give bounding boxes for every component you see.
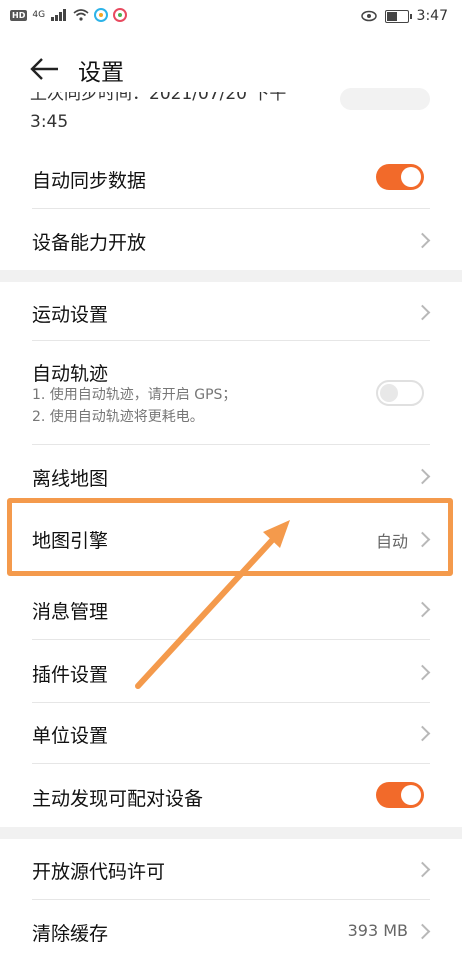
last-sync-line2: 3:45 — [30, 112, 69, 132]
section-gap — [0, 270, 462, 282]
clear-cache-label: 清除缓存 — [32, 923, 109, 945]
section-gap — [0, 827, 462, 839]
eye-icon — [360, 10, 377, 22]
sport-settings-label: 运动设置 — [32, 304, 109, 326]
wifi-icon — [73, 9, 89, 21]
unit-settings-label: 单位设置 — [32, 725, 109, 747]
chevron-right-icon — [414, 725, 431, 742]
setting-plugin[interactable]: 插件设置 — [0, 640, 462, 702]
device-capability-label: 设备能力开放 — [32, 232, 147, 254]
chevron-right-icon — [414, 861, 431, 878]
highlight-box — [7, 498, 453, 576]
auto-sync-toggle[interactable] — [376, 164, 424, 190]
chevron-right-icon — [414, 601, 431, 618]
setting-device-capability[interactable]: 设备能力开放 — [0, 209, 462, 269]
setting-clear-cache[interactable]: 清除缓存 393 MB — [0, 900, 462, 960]
chevron-right-icon — [414, 232, 431, 249]
message-management-label: 消息管理 — [32, 601, 109, 623]
hd-icon: HD — [10, 9, 28, 21]
auto-track-desc-1: 1. 使用自动轨迹，请开启 GPS； — [32, 387, 237, 403]
clear-cache-value: 393 MB — [347, 921, 408, 940]
plugin-settings-label: 插件设置 — [32, 664, 109, 686]
discover-devices-label: 主动发现可配对设备 — [32, 788, 204, 810]
status-bar: HD 4G 3:47 — [0, 0, 462, 34]
discover-devices-toggle[interactable] — [376, 782, 424, 808]
auto-track-toggle[interactable] — [376, 380, 424, 406]
chevron-right-icon — [414, 923, 431, 940]
chevron-right-icon — [414, 304, 431, 321]
last-sync-time: 上次同步时间：2021/07/20 下午 3:45 — [30, 92, 330, 140]
page-title: 设置 — [78, 60, 124, 86]
auto-track-desc-2: 2. 使用自动轨迹将更耗电。 — [32, 409, 204, 425]
open-source-label: 开放源代码许可 — [32, 861, 166, 883]
setting-discover-devices[interactable]: 主动发现可配对设备 — [0, 764, 462, 826]
last-sync-line1: 上次同步时间：2021/07/20 下午 — [30, 92, 287, 104]
setting-sport[interactable]: 运动设置 — [0, 282, 462, 340]
offline-map-label: 离线地图 — [32, 468, 109, 490]
auto-sync-label: 自动同步数据 — [32, 170, 147, 192]
network-type: 4G — [32, 10, 46, 20]
auto-track-label: 自动轨迹 — [32, 363, 109, 385]
status-right: 3:47 — [360, 8, 448, 24]
signal-icon — [51, 9, 67, 21]
setting-unit[interactable]: 单位设置 — [0, 703, 462, 763]
setting-auto-sync[interactable]: 自动同步数据 — [0, 148, 462, 208]
app-notification-icon — [94, 8, 109, 22]
chevron-right-icon — [414, 468, 431, 485]
app-notification-icon-2 — [113, 8, 128, 22]
battery-icon — [384, 9, 412, 23]
status-time: 3:47 — [416, 8, 448, 24]
back-arrow-icon[interactable] — [28, 52, 62, 86]
setting-open-source[interactable]: 开放源代码许可 — [0, 839, 462, 899]
setting-auto-track[interactable]: 自动轨迹 1. 使用自动轨迹，请开启 GPS； 2. 使用自动轨迹将更耗电。 — [0, 341, 462, 444]
setting-offline-map[interactable]: 离线地图 — [0, 445, 462, 505]
chevron-right-icon — [414, 664, 431, 681]
app-header: 设置 — [0, 44, 462, 94]
setting-message-management[interactable]: 消息管理 — [0, 578, 462, 638]
status-left: HD 4G — [10, 8, 128, 22]
sync-button-partial[interactable] — [340, 88, 430, 110]
